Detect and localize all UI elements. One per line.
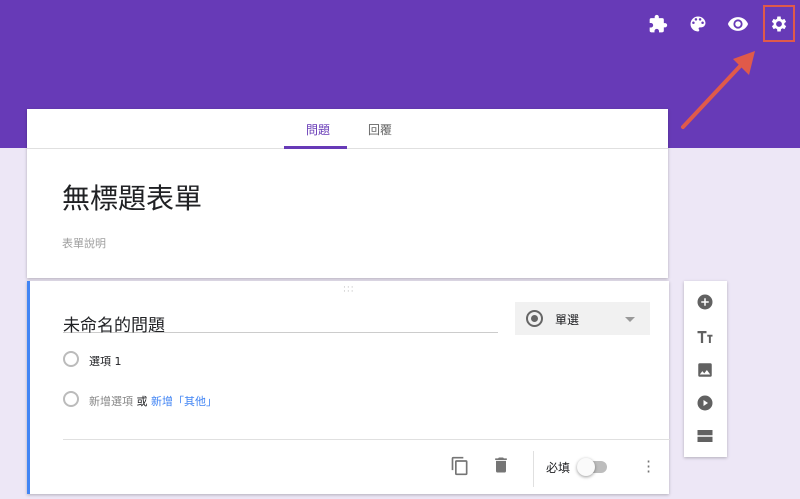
- toolbar-divider: [533, 451, 534, 487]
- add-other-link[interactable]: 新增「其他」: [151, 395, 217, 408]
- or-text: 或: [136, 395, 148, 408]
- required-label: 必填: [546, 461, 571, 475]
- puzzle-icon[interactable]: [646, 12, 670, 36]
- option-radio[interactable]: [63, 351, 79, 367]
- palette-icon[interactable]: [686, 12, 710, 36]
- duplicate-icon[interactable]: [450, 455, 470, 477]
- form-description[interactable]: 表單說明: [62, 235, 106, 251]
- side-toolbar: [684, 281, 727, 457]
- title-text-icon[interactable]: [696, 328, 714, 346]
- eye-icon[interactable]: [726, 12, 750, 36]
- divider: [63, 439, 671, 440]
- image-icon[interactable]: [696, 361, 714, 379]
- tab-responses[interactable]: 回覆: [368, 121, 392, 138]
- question-type-label: 單選: [555, 313, 580, 327]
- add-option-row: 新增選項 或 新增「其他」: [89, 393, 217, 409]
- annotation-arrow: [681, 51, 755, 129]
- form-header-card: 問題 回覆 無標題表單 表單說明: [27, 109, 668, 278]
- tab-questions[interactable]: 問題: [306, 121, 330, 138]
- add-question-icon[interactable]: [696, 293, 714, 311]
- tab-bar: 問題 回覆: [27, 109, 668, 149]
- more-options-icon[interactable]: · · ·: [646, 454, 651, 480]
- delete-icon[interactable]: [491, 455, 511, 475]
- drag-handle-icon[interactable]: ··· ···: [343, 284, 355, 297]
- required-toggle[interactable]: [577, 458, 607, 476]
- form-title[interactable]: 無標題表單: [62, 177, 202, 217]
- radio-type-icon: [526, 310, 543, 327]
- question-type-select[interactable]: 單選: [515, 302, 650, 335]
- chevron-down-icon: [625, 317, 635, 327]
- video-icon[interactable]: [696, 394, 714, 412]
- section-icon[interactable]: [696, 427, 714, 445]
- question-card: ··· ··· 未命名的問題 單選 選項 1 新增選項 或 新增「其他」 必填 ·…: [27, 281, 671, 494]
- question-title-input[interactable]: 未命名的問題: [63, 311, 498, 336]
- gear-highlight-box: [763, 5, 795, 42]
- active-tab-indicator: [284, 146, 347, 149]
- option-1-label[interactable]: 選項 1: [89, 353, 122, 369]
- add-option-radio: [63, 391, 79, 407]
- add-option-link[interactable]: 新增選項: [89, 395, 133, 408]
